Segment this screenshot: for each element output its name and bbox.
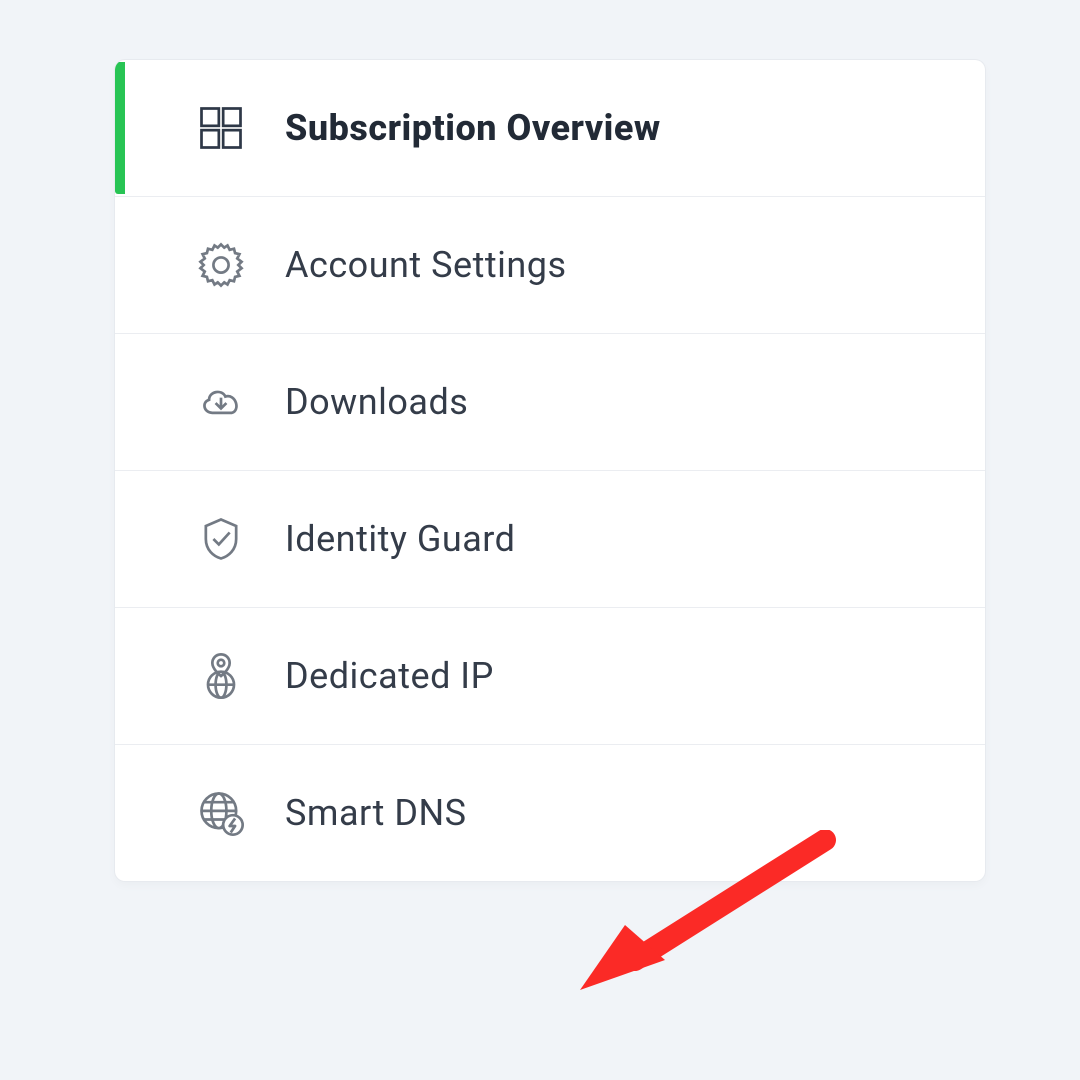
shield-check-icon (195, 513, 247, 565)
sidebar-item-label: Downloads (285, 381, 468, 423)
globe-bolt-icon (195, 787, 247, 839)
sidebar-item-identity-guard[interactable]: Identity Guard (115, 471, 985, 608)
sidebar-item-downloads[interactable]: Downloads (115, 334, 985, 471)
sidebar-item-label: Smart DNS (285, 792, 467, 834)
grid-icon (195, 102, 247, 154)
sidebar-item-label: Subscription Overview (285, 107, 661, 149)
sidebar-item-label: Dedicated IP (285, 655, 494, 697)
sidebar-item-label: Identity Guard (285, 518, 515, 560)
cloud-download-icon (195, 376, 247, 428)
sidebar-item-label: Account Settings (285, 244, 567, 286)
globe-pin-icon (195, 650, 247, 702)
sidebar-item-subscription-overview[interactable]: Subscription Overview (115, 60, 985, 197)
sidebar-item-smart-dns[interactable]: Smart DNS (115, 745, 985, 881)
sidebar-item-account-settings[interactable]: Account Settings (115, 197, 985, 334)
sidebar-item-dedicated-ip[interactable]: Dedicated IP (115, 608, 985, 745)
gear-icon (195, 239, 247, 291)
sidebar-panel: Subscription Overview Account Settings D… (115, 60, 985, 881)
